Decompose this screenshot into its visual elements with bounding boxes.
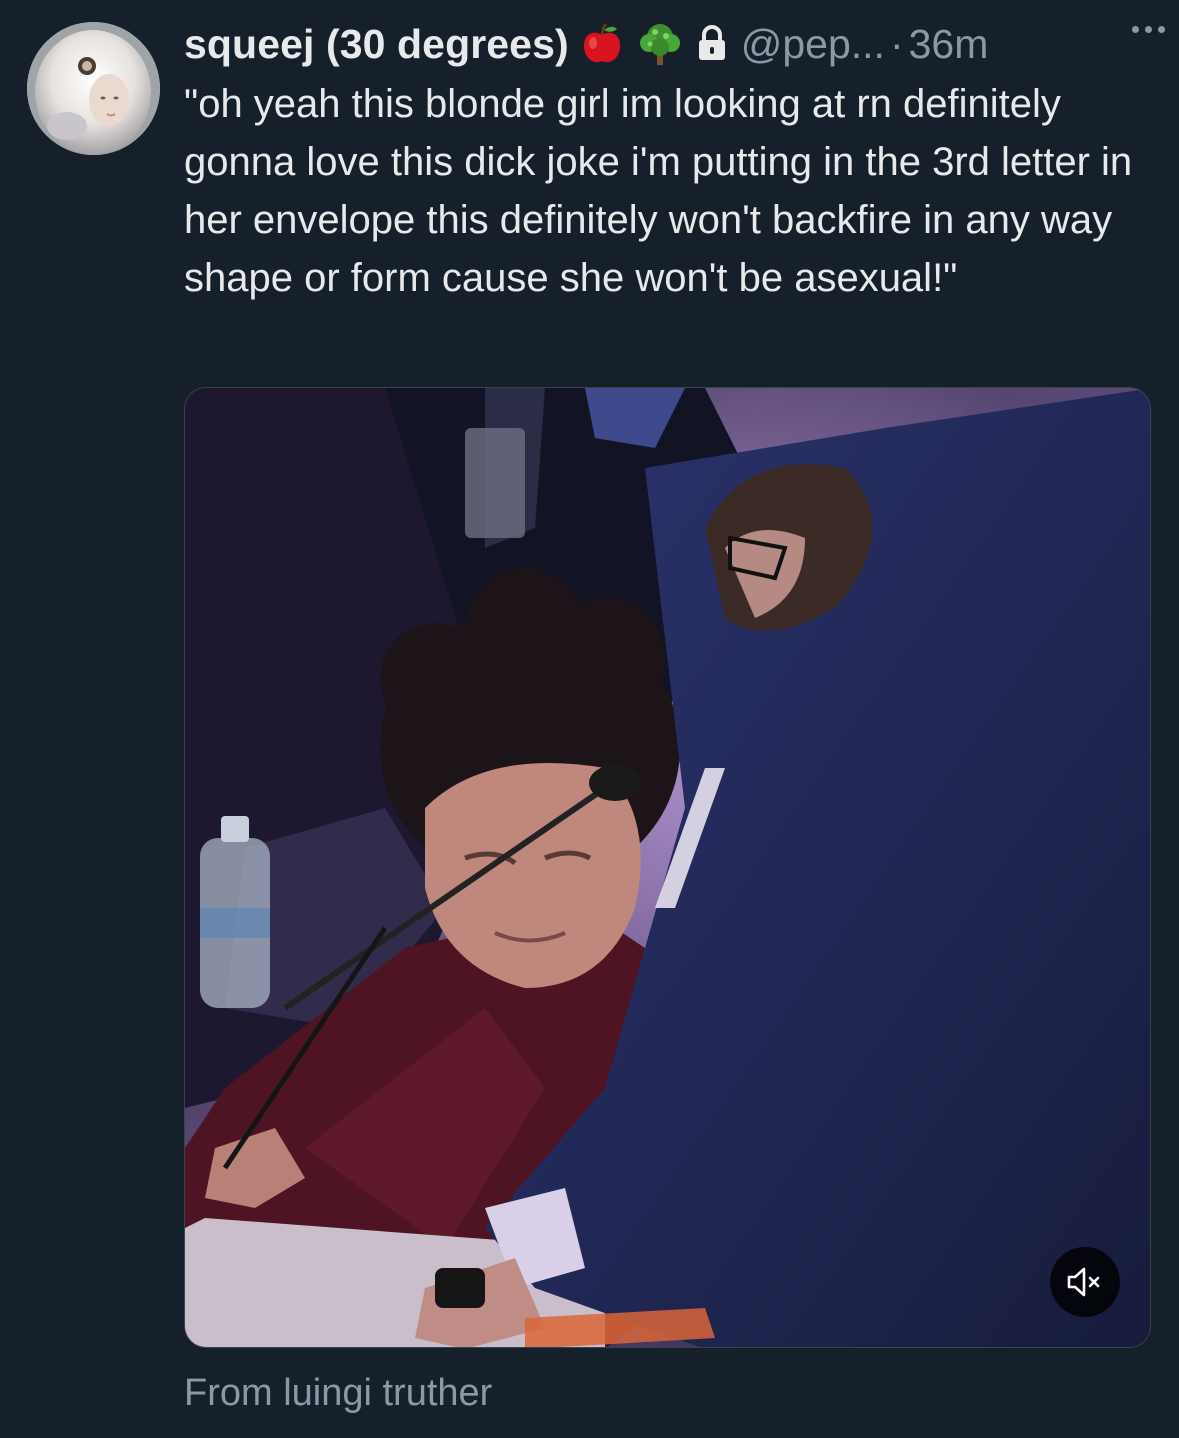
video-player[interactable] [184,387,1151,1348]
mute-toggle-button[interactable] [1050,1247,1120,1317]
timestamp[interactable]: 36m [909,21,989,68]
user-handle[interactable]: @pep... [741,21,885,68]
tweet: squeej (30 degrees) @pep... · 36m "oh ye… [0,0,1179,1438]
tree-emoji [635,19,685,69]
display-name[interactable]: squeej (30 degrees) [184,21,569,68]
avatar[interactable] [27,22,160,155]
lock-icon [695,24,729,64]
more-options-icon[interactable] [1128,18,1169,41]
tweet-text: "oh yeah this blonde girl im looking at … [184,82,1144,300]
red-apple-emoji [579,21,625,67]
media-attribution[interactable]: From luingi truther [184,1372,492,1415]
header-separator: · [889,20,904,67]
video-frame [185,388,1150,1347]
tweet-header: squeej (30 degrees) @pep... · 36m [184,14,1159,74]
speaker-muted-icon [1067,1267,1100,1297]
